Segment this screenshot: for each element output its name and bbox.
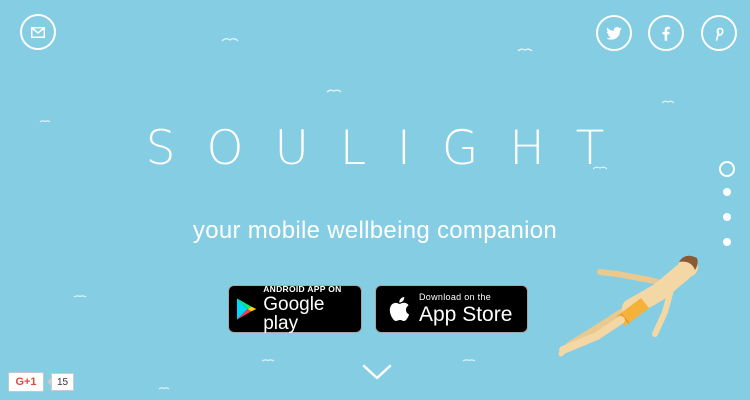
pinterest-icon	[715, 27, 724, 41]
google-plus-count: 15	[46, 373, 75, 391]
landing-page: SOULIGHT your mobile wellbeing companion…	[0, 0, 750, 400]
app-store-badge[interactable]: Download on the App Store	[375, 285, 528, 333]
wave-decoration	[261, 359, 275, 362]
pager-dot-3[interactable]	[723, 213, 731, 221]
facebook-icon	[662, 26, 670, 41]
email-share-button[interactable]	[20, 14, 56, 50]
facebook-share-button[interactable]	[648, 15, 684, 51]
wave-decoration	[517, 48, 533, 52]
pager-dot-2[interactable]	[723, 188, 731, 196]
pinterest-share-button[interactable]	[701, 15, 737, 51]
wave-decoration	[221, 38, 239, 42]
wave-decoration	[158, 387, 170, 390]
wave-decoration	[661, 100, 675, 104]
google-play-big-label: Google play	[263, 294, 325, 335]
google-play-badge[interactable]: ANDROID APP ON Google play	[228, 285, 362, 333]
google-play-small-label: ANDROID APP ON	[263, 283, 342, 294]
chevron-down-icon[interactable]	[362, 364, 392, 380]
apple-icon	[389, 297, 410, 322]
wave-decoration	[39, 120, 51, 123]
app-store-big-label: App Store	[419, 303, 513, 326]
wave-decoration	[462, 359, 476, 362]
pager-dot-1[interactable]	[719, 161, 735, 177]
wave-decoration	[326, 89, 342, 93]
app-store-small-label: Download on the	[419, 292, 492, 302]
twitter-icon	[606, 26, 622, 40]
tagline: your mobile wellbeing companion	[192, 217, 558, 244]
google-plus-widget: G+1 15	[8, 372, 75, 392]
brand-title: SOULIGHT	[145, 121, 636, 176]
mail-icon	[31, 26, 45, 38]
wave-decoration	[73, 295, 87, 298]
floating-swimmer-illustration	[558, 255, 698, 357]
google-plus-one-button[interactable]: G+1	[8, 372, 44, 392]
google-play-icon	[236, 298, 257, 320]
pager-dot-4[interactable]	[723, 238, 731, 246]
twitter-share-button[interactable]	[596, 15, 632, 51]
